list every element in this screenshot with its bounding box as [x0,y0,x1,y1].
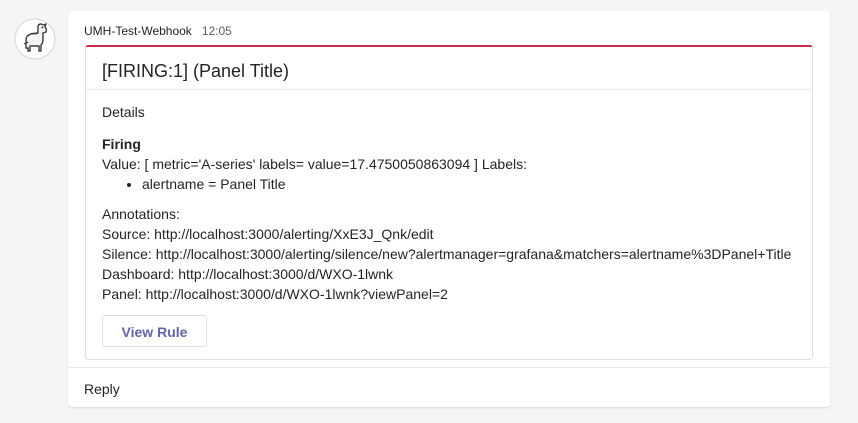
reply-divider [68,367,830,368]
value-line: Value: [ metric='A-series' labels= value… [102,156,527,172]
message-timestamp[interactable]: 12:05 [202,23,232,39]
view-rule-button[interactable]: View Rule [102,315,207,347]
alert-card: [FIRING:1] (Panel Title) Details Firing … [85,45,813,360]
silence-line: Silence: http://localhost:3000/alerting/… [102,246,792,262]
dashboard-line: Dashboard: http://localhost:3000/d/WXO-1… [102,266,394,282]
source-line: Source: http://localhost:3000/alerting/X… [102,226,434,242]
message-container: UMH-Test-Webhook 12:05 [FIRING:1] (Panel… [68,11,830,407]
card-body: Details Firing Value: [ metric='A-series… [102,102,802,304]
card-divider [86,89,812,90]
card-title: [FIRING:1] (Panel Title) [102,61,290,81]
llama-avatar-icon[interactable] [14,18,56,60]
label-item: alertname = Panel Title [142,174,802,194]
labels-list: alertname = Panel Title [102,174,802,194]
firing-heading: Firing [102,136,141,152]
message-header: UMH-Test-Webhook 12:05 [84,23,232,39]
annotations-section: Annotations: Source: http://localhost:30… [102,204,802,304]
reply-button[interactable]: Reply [84,379,120,399]
sender-name[interactable]: UMH-Test-Webhook [84,23,192,39]
details-heading: Details [102,104,145,120]
annotations-heading: Annotations: [102,206,180,222]
panel-line: Panel: http://localhost:3000/d/WXO-1lwnk… [102,286,448,302]
